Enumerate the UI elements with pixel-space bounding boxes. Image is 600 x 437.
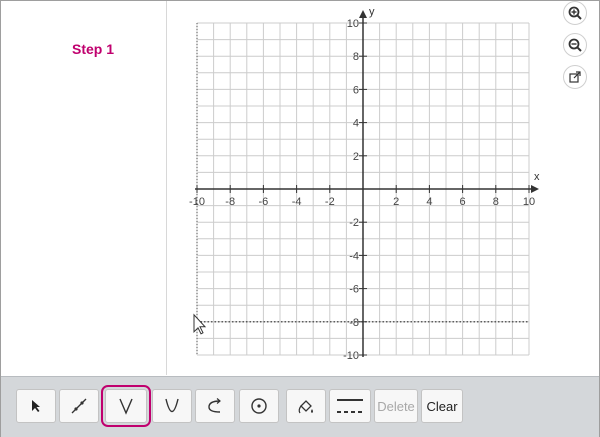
- x-tick-label: 10: [523, 196, 535, 208]
- x-tick-label: -8: [225, 196, 235, 208]
- zoom-out-icon: [568, 38, 582, 52]
- zoom-in-icon: [568, 6, 582, 20]
- y-tick-label: -4: [349, 250, 359, 262]
- exponential-tool-button[interactable]: [195, 389, 235, 423]
- absolute-value-tool-button[interactable]: [101, 385, 151, 427]
- clear-button[interactable]: Clear: [421, 389, 463, 423]
- x-tick-label: 6: [460, 196, 466, 208]
- y-tick-label: 2: [353, 151, 359, 163]
- y-tick-label: 10: [347, 18, 359, 30]
- graph-toolbar: Delete Clear: [1, 376, 599, 437]
- graph-area[interactable]: x y -10 -8 -6 -4 -2 2 4 6 8 10 10 8 6 4 2 -2 -4 -6 -8 -10: [0, 0, 600, 376]
- y-tick-label: 4: [353, 118, 359, 130]
- zoom-out-button[interactable]: [563, 33, 587, 57]
- y-axis-arrow: [359, 10, 367, 18]
- zoom-in-button[interactable]: [563, 1, 587, 25]
- y-tick-label: 8: [353, 51, 359, 63]
- fill-icon: [298, 400, 313, 414]
- x-tick-label: -6: [259, 196, 269, 208]
- mouse-cursor-icon: [193, 313, 207, 335]
- x-tick-label: -2: [325, 196, 335, 208]
- line-style-tool-button[interactable]: [329, 389, 371, 423]
- x-tick-label: -4: [292, 196, 302, 208]
- circle-tool-button[interactable]: [239, 389, 279, 423]
- x-axis-label: x: [534, 171, 540, 183]
- select-tool-button[interactable]: [16, 389, 56, 423]
- x-tick-label: -10: [189, 196, 205, 208]
- circle-dot-icon: [251, 398, 267, 414]
- clear-label: Clear: [426, 398, 458, 414]
- x-axis-arrow: [531, 185, 539, 193]
- delete-label: Delete: [377, 398, 415, 414]
- popout-icon: [569, 71, 581, 83]
- v-shape-icon: [119, 398, 133, 415]
- y-tick-label: -6: [349, 284, 359, 296]
- parabola-icon: [165, 398, 179, 413]
- y-axis-label: y: [369, 6, 375, 18]
- y-tick-label: -10: [343, 350, 359, 362]
- delete-button[interactable]: Delete: [374, 389, 418, 423]
- x-tick-label: 8: [493, 196, 499, 208]
- curve-arrow-icon: [208, 398, 221, 413]
- arrow-pointer-icon: [32, 400, 40, 412]
- y-tick-label: 6: [353, 84, 359, 96]
- y-tick-label: -8: [349, 317, 359, 329]
- line-tool-button[interactable]: [59, 389, 99, 423]
- parabola-tool-button[interactable]: [152, 389, 192, 423]
- coordinate-grid[interactable]: x y -10 -8 -6 -4 -2 2 4 6 8 10 10 8 6 4 2 -2 -4 -6 -8 -10: [0, 0, 600, 376]
- fill-tool-button[interactable]: [286, 389, 326, 423]
- x-tick-label: 4: [426, 196, 432, 208]
- line-icon: [71, 398, 87, 414]
- line-style-icon: [337, 399, 363, 413]
- x-tick-label: 2: [393, 196, 399, 208]
- y-tick-label: -2: [349, 217, 359, 229]
- popout-button[interactable]: [563, 65, 587, 89]
